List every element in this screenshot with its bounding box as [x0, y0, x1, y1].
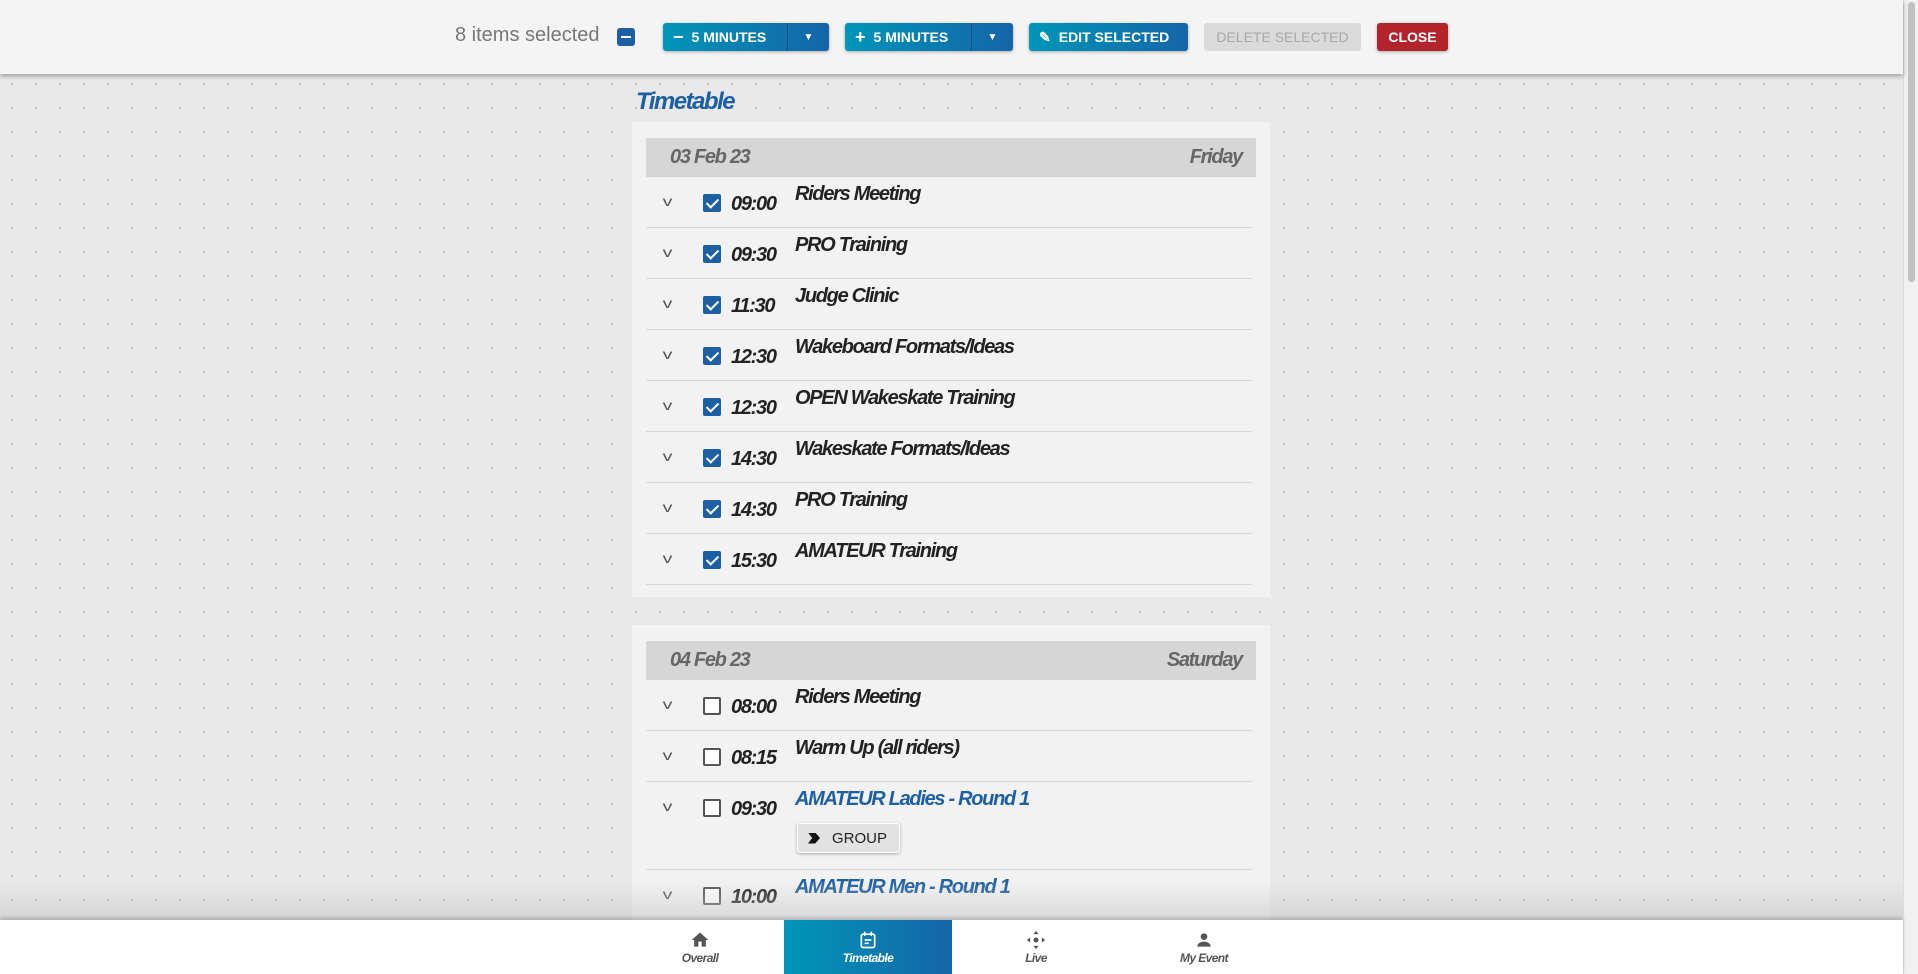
close-button[interactable]: CLOSE: [1377, 23, 1448, 51]
tab-label: My Event: [1180, 950, 1228, 965]
scrollbar-thumb[interactable]: [1908, 2, 1915, 282]
tab-label: Live: [1025, 950, 1047, 965]
chevron-down-icon[interactable]: v: [663, 346, 673, 362]
row-checkbox[interactable]: [703, 799, 721, 817]
timetable-row[interactable]: v 15:30 AMATEUR Training: [646, 534, 1252, 585]
row-title: Wakeboard Formats/Ideas: [795, 336, 1015, 358]
group-label: GROUP: [832, 829, 888, 847]
plus-dropdown-caret-icon[interactable]: ▼: [971, 23, 1013, 51]
row-title: AMATEUR Training: [795, 540, 958, 562]
row-time: 12:30: [731, 346, 777, 368]
minus-5-minutes-button[interactable]: −5 MINUTES ▼: [663, 23, 829, 51]
row-checkbox[interactable]: [703, 296, 721, 314]
day-weekday: Saturday: [1166, 649, 1243, 671]
day-header: 03 Feb 23 Friday: [646, 138, 1256, 177]
day-date: 04 Feb 23: [670, 649, 751, 671]
row-time: 15:30: [731, 550, 777, 572]
minus-dropdown-caret-icon[interactable]: ▼: [787, 23, 829, 51]
plus-label: 5 MINUTES: [873, 29, 949, 45]
tab-label: Overall: [681, 950, 719, 965]
row-checkbox[interactable]: [703, 347, 721, 365]
row-time: 08:00: [731, 696, 777, 718]
chevron-down-icon[interactable]: v: [663, 448, 673, 464]
home-icon: [691, 932, 709, 947]
page-title: Timetable: [636, 88, 736, 115]
row-title: OPEN Wakeskate Training: [795, 387, 1016, 409]
person-icon: [1197, 932, 1211, 947]
row-checkbox[interactable]: [703, 500, 721, 518]
tab-label: Timetable: [842, 950, 894, 965]
row-time: 14:30: [731, 499, 777, 521]
delete-selected-button[interactable]: DELETE SELECTED: [1204, 23, 1361, 51]
row-checkbox[interactable]: [703, 449, 721, 467]
selected-count: 8 items selected: [455, 24, 600, 46]
row-time: 11:30: [731, 295, 775, 317]
row-title: PRO Training: [795, 234, 908, 256]
row-title: Warm Up (all riders): [795, 737, 960, 759]
minus-label: 5 MINUTES: [691, 29, 767, 45]
day-weekday: Friday: [1189, 146, 1244, 168]
timetable-row[interactable]: v 09:30 PRO Training: [646, 228, 1252, 279]
row-title: PRO Training: [795, 489, 908, 511]
row-checkbox[interactable]: [703, 194, 721, 212]
row-time: 09:30: [731, 798, 777, 820]
row-title: Riders Meeting: [795, 686, 921, 708]
calendar-icon: [860, 931, 876, 948]
timetable-row[interactable]: v 14:30 Wakeskate Formats/Ideas: [646, 432, 1252, 483]
plus-icon: +: [855, 26, 866, 47]
group-button[interactable]: GROUP: [797, 823, 901, 853]
pencil-icon: ✎: [1039, 28, 1051, 45]
chevron-down-icon[interactable]: v: [663, 696, 673, 712]
timetable-row[interactable]: v 08:00 Riders Meeting: [646, 680, 1252, 731]
chevron-down-icon[interactable]: v: [663, 295, 673, 311]
bottom-fade: [0, 880, 1903, 920]
chevron-down-icon[interactable]: v: [663, 244, 673, 260]
chevron-down-icon[interactable]: v: [663, 193, 673, 209]
row-title: Wakeskate Formats/Ideas: [795, 438, 1011, 460]
day-date: 03 Feb 23: [670, 146, 751, 168]
chevron-right-icon: [808, 832, 820, 844]
plus-5-minutes-button[interactable]: +5 MINUTES ▼: [845, 23, 1013, 51]
row-checkbox[interactable]: [703, 551, 721, 569]
day-card: 04 Feb 23 Saturday v 08:00 Riders Meeting…: [632, 625, 1270, 921]
row-title: Riders Meeting: [795, 183, 921, 205]
chevron-down-icon[interactable]: v: [663, 747, 673, 763]
chevron-down-icon[interactable]: v: [663, 550, 673, 566]
row-checkbox[interactable]: [703, 748, 721, 766]
move-icon: [1026, 930, 1046, 949]
selection-toolbar: 8 items selected −5 MINUTES ▼ +5 MINUTES…: [0, 0, 1903, 74]
row-checkbox[interactable]: [703, 398, 721, 416]
timetable-row[interactable]: v 14:30 PRO Training: [646, 483, 1252, 534]
row-checkbox[interactable]: [703, 697, 721, 715]
timetable-row[interactable]: v 09:00 Riders Meeting: [646, 177, 1252, 228]
deselect-all-checkbox[interactable]: [617, 28, 635, 46]
row-time: 14:30: [731, 448, 777, 470]
row-title[interactable]: AMATEUR Ladies - Round 1: [795, 788, 1030, 811]
day-header: 04 Feb 23 Saturday: [646, 641, 1256, 680]
bottom-nav: Overall Timetable Live My Event: [0, 920, 1903, 974]
row-title: Judge Clinic: [795, 285, 900, 307]
timetable-row[interactable]: v 12:30 OPEN Wakeskate Training: [646, 381, 1252, 432]
minus-icon: −: [673, 26, 684, 47]
row-checkbox[interactable]: [703, 245, 721, 263]
edit-selected-button[interactable]: ✎ EDIT SELECTED: [1029, 23, 1188, 51]
tab-live[interactable]: Live: [952, 920, 1120, 974]
tab-overall[interactable]: Overall: [616, 920, 784, 974]
row-time: 12:30: [731, 397, 777, 419]
row-time: 08:15: [731, 747, 777, 769]
timetable-row[interactable]: v 09:30 AMATEUR Ladies - Round 1 GROUP: [646, 782, 1252, 870]
tab-my-event[interactable]: My Event: [1120, 920, 1288, 974]
timetable-row[interactable]: v 12:30 Wakeboard Formats/Ideas: [646, 330, 1252, 381]
row-time: 09:30: [731, 244, 777, 266]
timetable-row[interactable]: v 08:15 Warm Up (all riders): [646, 731, 1252, 782]
scrollbar[interactable]: [1903, 0, 1918, 974]
chevron-down-icon[interactable]: v: [663, 397, 673, 413]
day-card: 03 Feb 23 Friday v 09:00 Riders Meeting v…: [632, 122, 1270, 597]
tab-timetable[interactable]: Timetable: [784, 920, 952, 974]
timetable-row[interactable]: v 11:30 Judge Clinic: [646, 279, 1252, 330]
edit-label: EDIT SELECTED: [1058, 29, 1170, 45]
row-time: 09:00: [731, 193, 777, 215]
chevron-down-icon[interactable]: v: [663, 798, 673, 814]
chevron-down-icon[interactable]: v: [663, 499, 673, 515]
